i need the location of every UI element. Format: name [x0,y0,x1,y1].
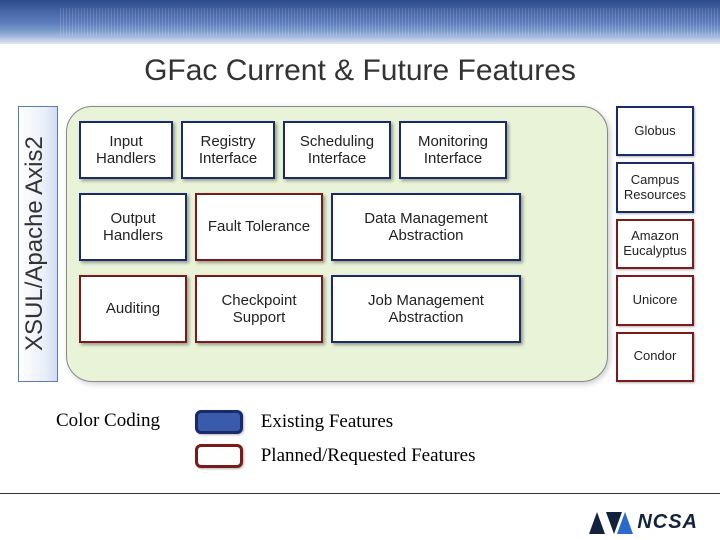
provider-campus-resources: Campus Resources [616,162,694,212]
box-monitoring-interface: Monitoring Interface [399,121,507,179]
provider-unicore: Unicore [616,275,694,325]
main-content-row: XSUL/Apache Axis2 Input Handlers Registr… [0,106,720,382]
box-auditing: Auditing [79,275,187,343]
legend: Color Coding Existing Features Planned/R… [0,382,720,478]
feature-row-1: Input Handlers Registry Interface Schedu… [79,121,595,179]
footer-divider [0,493,720,494]
header-gradient-bar [0,0,720,44]
sidebar-xsul-axis2: XSUL/Apache Axis2 [18,106,58,382]
legend-planned-label: Planned/Requested Features [261,445,476,467]
box-registry-interface: Registry Interface [181,121,275,179]
feature-row-2: Output Handlers Fault Tolerance Data Man… [79,193,595,261]
feature-row-3: Auditing Checkpoint Support Job Manageme… [79,275,595,343]
ncsa-logo: NCSA [589,511,698,534]
box-input-handlers: Input Handlers [79,121,173,179]
box-checkpoint-support: Checkpoint Support [195,275,323,343]
box-fault-tolerance: Fault Tolerance [195,193,323,261]
provider-condor: Condor [616,332,694,382]
providers-column: Globus Campus Resources Amazon Eucalyptu… [616,106,702,382]
box-job-mgmt-abstraction: Job Management Abstraction [331,275,521,343]
swatch-existing-icon [195,410,243,434]
features-panel: Input Handlers Registry Interface Schedu… [66,106,608,382]
swatch-planned-icon [195,444,243,468]
legend-existing-label: Existing Features [261,411,393,433]
box-scheduling-interface: Scheduling Interface [283,121,391,179]
provider-amazon-eucalyptus: Amazon Eucalyptus [616,219,694,269]
legend-row-planned: Planned/Requested Features [195,444,476,468]
ncsa-logo-text: NCSA [637,511,698,534]
slide-title: GFac Current & Future Features [0,44,720,106]
box-data-mgmt-abstraction: Data Management Abstraction [331,193,521,261]
ncsa-logo-mark-icon [589,512,633,534]
legend-row-existing: Existing Features [195,410,476,434]
legend-title: Color Coding [56,410,160,432]
provider-globus: Globus [616,106,694,156]
box-output-handlers: Output Handlers [79,193,187,261]
